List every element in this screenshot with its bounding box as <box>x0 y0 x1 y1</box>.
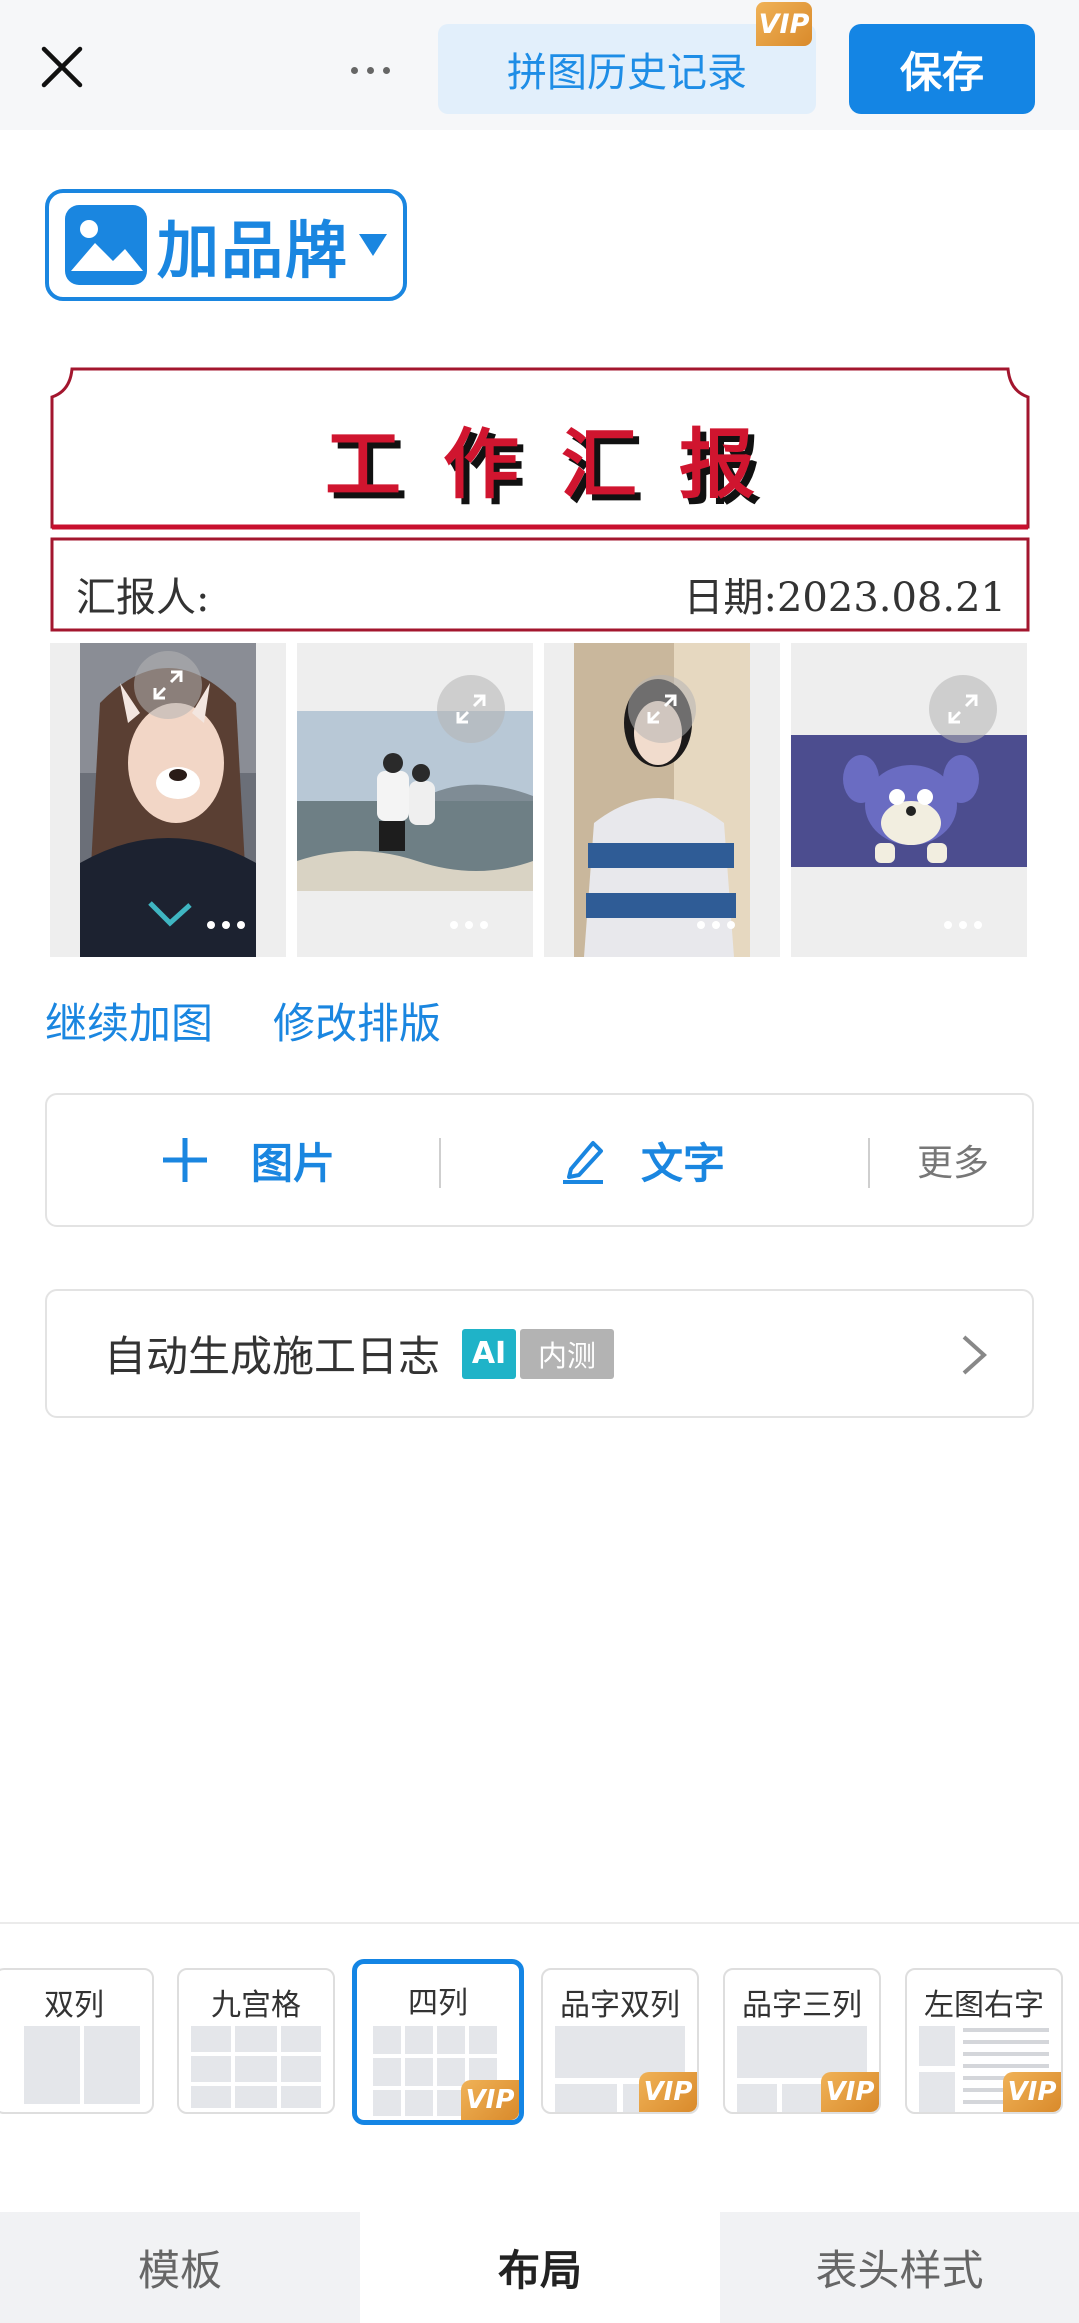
add-image-label: 图片 <box>251 1138 336 1188</box>
report-date: 日期:2023.08.21 <box>683 575 1007 621</box>
photo-more-button[interactable] <box>429 895 509 955</box>
auto-generate-log-button[interactable]: 自动生成施工日志 AI 内测 <box>45 1289 1034 1418</box>
chevron-down-icon <box>359 234 388 256</box>
tab-layout[interactable]: 布局 <box>360 2212 720 2323</box>
plus-icon <box>163 1138 207 1182</box>
auto-log-label: 自动生成施工日志 <box>104 1332 441 1381</box>
report-title: 工作汇报 <box>325 420 797 509</box>
add-content-bar: 图片 文字 更多 <box>45 1093 1034 1227</box>
layout-name: 九宫格 <box>211 1988 301 2023</box>
ai-badge: AI <box>462 1328 517 1379</box>
image-icon <box>65 205 147 285</box>
expand-button[interactable] <box>134 651 202 719</box>
reporter-label: 汇报人: <box>76 575 210 621</box>
photo-slot[interactable] <box>297 643 533 957</box>
beta-badge: 内测 <box>520 1328 615 1379</box>
layout-name: 四列 <box>408 1986 468 2021</box>
bottom-tab-bar: 模板 布局 表头样式 <box>0 2212 1079 2323</box>
layout-name: 双列 <box>44 1988 104 2023</box>
save-button[interactable]: 保存 <box>849 24 1035 114</box>
close-button[interactable] <box>30 35 94 99</box>
add-brand-label: 加品牌 <box>157 214 350 287</box>
vip-badge: VIP <box>756 2 812 46</box>
edit-layout-link[interactable]: 修改排版 <box>273 990 441 1051</box>
tab-header-style[interactable]: 表头样式 <box>720 2212 1079 2323</box>
vip-badge: VIP <box>639 2072 697 2112</box>
layout-option-double-column[interactable]: 双列 <box>0 1968 154 2114</box>
vip-badge: VIP <box>821 2072 879 2112</box>
more-button[interactable]: 更多 <box>917 1095 989 1225</box>
close-icon <box>41 46 83 88</box>
layout-option-nine-grid[interactable]: 九宫格 <box>177 1968 335 2114</box>
top-bar: 拼图历史记录 VIP 保存 <box>0 0 1079 130</box>
vip-badge: VIP <box>1003 2072 1061 2112</box>
report-header[interactable]: 工作汇报 汇报人: 日期:2023.08.21 <box>50 367 1030 632</box>
separator <box>868 1138 870 1188</box>
more-options-button[interactable] <box>335 40 405 100</box>
photo-image <box>791 735 1027 867</box>
expand-button[interactable] <box>929 675 997 743</box>
photo-slot[interactable] <box>544 643 780 957</box>
photo-slot[interactable] <box>791 643 1027 957</box>
photo-image <box>297 711 533 891</box>
add-text-label: 文字 <box>641 1138 726 1188</box>
expand-icon <box>948 694 978 724</box>
vip-badge: VIP <box>461 2080 519 2120</box>
expand-icon <box>153 670 183 700</box>
tab-template[interactable]: 模板 <box>0 2212 360 2323</box>
layout-name: 品字双列 <box>560 1988 680 2023</box>
layout-option-four-column[interactable]: 四列 VIP <box>352 1959 524 2125</box>
photo-slot[interactable] <box>50 643 286 957</box>
chevron-right-icon <box>962 1335 987 1375</box>
add-brand-button[interactable]: 加品牌 <box>45 189 407 301</box>
photo-more-button[interactable] <box>676 895 756 955</box>
divider <box>0 1922 1079 1924</box>
photo-more-button[interactable] <box>923 895 1003 955</box>
separator <box>439 1138 441 1188</box>
layout-option-image-left-text-right[interactable]: 左图右字 VIP <box>905 1968 1063 2114</box>
layout-name: 品字三列 <box>742 1988 862 2023</box>
pencil-icon <box>563 1141 603 1184</box>
expand-icon <box>456 694 486 724</box>
layout-option-pin-triple[interactable]: 品字三列 VIP <box>723 1968 881 2114</box>
expand-button[interactable] <box>437 675 505 743</box>
layout-option-pin-double[interactable]: 品字双列 VIP <box>541 1968 699 2114</box>
expand-button[interactable] <box>628 675 696 743</box>
photo-more-button[interactable] <box>186 895 266 955</box>
add-text-button[interactable]: 文字 <box>559 1095 725 1225</box>
add-image-button[interactable]: 图片 <box>159 1095 335 1225</box>
layout-name: 左图右字 <box>924 1988 1044 2023</box>
expand-icon <box>647 694 677 724</box>
add-more-images-link[interactable]: 继续加图 <box>45 990 213 1051</box>
